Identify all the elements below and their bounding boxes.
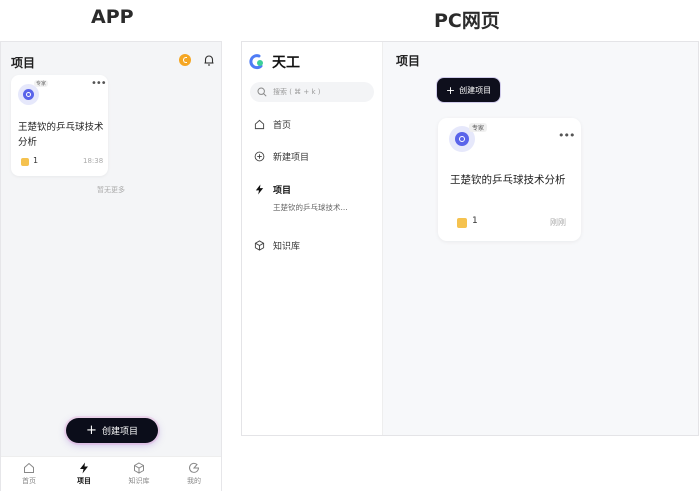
cube-icon xyxy=(134,462,144,474)
tab-projects-label: 项目 xyxy=(77,477,91,485)
sidebar-item-projects[interactable]: 项目 xyxy=(254,183,291,196)
plus-icon: + xyxy=(445,83,456,97)
logo-text: 天工 xyxy=(272,55,300,71)
sidebar-item-home[interactable]: 首页 xyxy=(254,118,291,131)
tab-knowledge-label: 知识库 xyxy=(128,477,150,485)
search-icon xyxy=(257,87,267,97)
create-project-button[interactable]: + 创建项目 xyxy=(437,78,500,102)
expert-badge: 专家 xyxy=(469,123,488,132)
logo-icon xyxy=(249,54,263,70)
search-placeholder: 搜索 ( ⌘ + k ) xyxy=(273,88,321,96)
tab-home-label: 首页 xyxy=(22,477,36,485)
tab-projects[interactable]: 项目 xyxy=(62,462,106,486)
sidebar-item-new-project[interactable]: 新建项目 xyxy=(254,150,309,163)
license-icon xyxy=(457,218,467,228)
project-count: 1 xyxy=(472,216,478,226)
page-title: 项目 xyxy=(11,56,36,70)
user-icon xyxy=(189,462,200,473)
home-icon xyxy=(254,119,265,130)
project-avatar xyxy=(18,84,39,105)
lightning-icon xyxy=(255,184,264,195)
project-title: 王楚钦的乒乓球技术分析 xyxy=(450,174,566,186)
bottom-tab-bar: 首页 项目 知识库 我的 xyxy=(1,456,221,492)
sidebar-item-label: 新建项目 xyxy=(273,153,310,163)
project-count: 1 xyxy=(33,156,39,165)
more-icon[interactable]: ••• xyxy=(91,78,107,89)
page-title: 项目 xyxy=(396,54,421,68)
sidebar-item-label: 项目 xyxy=(273,186,292,196)
cube-icon xyxy=(254,240,265,251)
app-screen: 项目 专家 ••• 王楚钦的乒乓球技术分析 1 18:38 暂无更多 + 创建项… xyxy=(0,41,222,492)
search-input[interactable]: 搜索 ( ⌘ + k ) xyxy=(250,82,374,102)
create-project-label: 创建项目 xyxy=(101,427,138,437)
create-project-button[interactable]: + 创建项目 xyxy=(66,418,158,443)
plus-circle-icon xyxy=(254,151,265,162)
tab-home[interactable]: 首页 xyxy=(7,462,51,486)
home-icon xyxy=(24,462,34,473)
app-heading: APP xyxy=(91,6,134,28)
project-time: 刚刚 xyxy=(550,218,566,227)
sidebar: 天工 搜索 ( ⌘ + k ) 首页 新建项目 项目 王楚钦的乒乓球技术... … xyxy=(242,42,383,435)
pc-window: 天工 搜索 ( ⌘ + k ) 首页 新建项目 项目 王楚钦的乒乓球技术... … xyxy=(241,41,699,436)
pc-heading: PC网页 xyxy=(434,10,500,32)
license-icon xyxy=(21,158,29,166)
expert-badge: 专家 xyxy=(34,80,49,87)
tab-knowledge[interactable]: 知识库 xyxy=(117,462,161,486)
sidebar-subitem-project[interactable]: 王楚钦的乒乓球技术... xyxy=(273,202,348,213)
more-icon[interactable]: ••• xyxy=(558,129,575,142)
project-title: 王楚钦的乒乓球技术分析 xyxy=(18,122,104,148)
no-more-text: 暂无更多 xyxy=(97,186,125,194)
tab-mine-label: 我的 xyxy=(187,477,201,485)
project-time: 18:38 xyxy=(83,157,104,165)
sidebar-item-label: 知识库 xyxy=(273,242,301,252)
tab-mine[interactable]: 我的 xyxy=(172,462,216,486)
plus-icon: + xyxy=(86,423,97,438)
bell-icon[interactable] xyxy=(202,53,216,67)
coin-icon[interactable] xyxy=(179,54,191,66)
project-card[interactable]: 专家 ••• 王楚钦的乒乓球技术分析 1 18:38 xyxy=(11,75,108,176)
sidebar-item-knowledge[interactable]: 知识库 xyxy=(254,239,300,252)
project-card[interactable]: 专家 ••• 王楚钦的乒乓球技术分析 1 刚刚 xyxy=(438,118,581,241)
sidebar-item-label: 首页 xyxy=(273,121,292,131)
lightning-icon xyxy=(80,462,88,474)
create-project-label: 创建项目 xyxy=(459,85,492,95)
